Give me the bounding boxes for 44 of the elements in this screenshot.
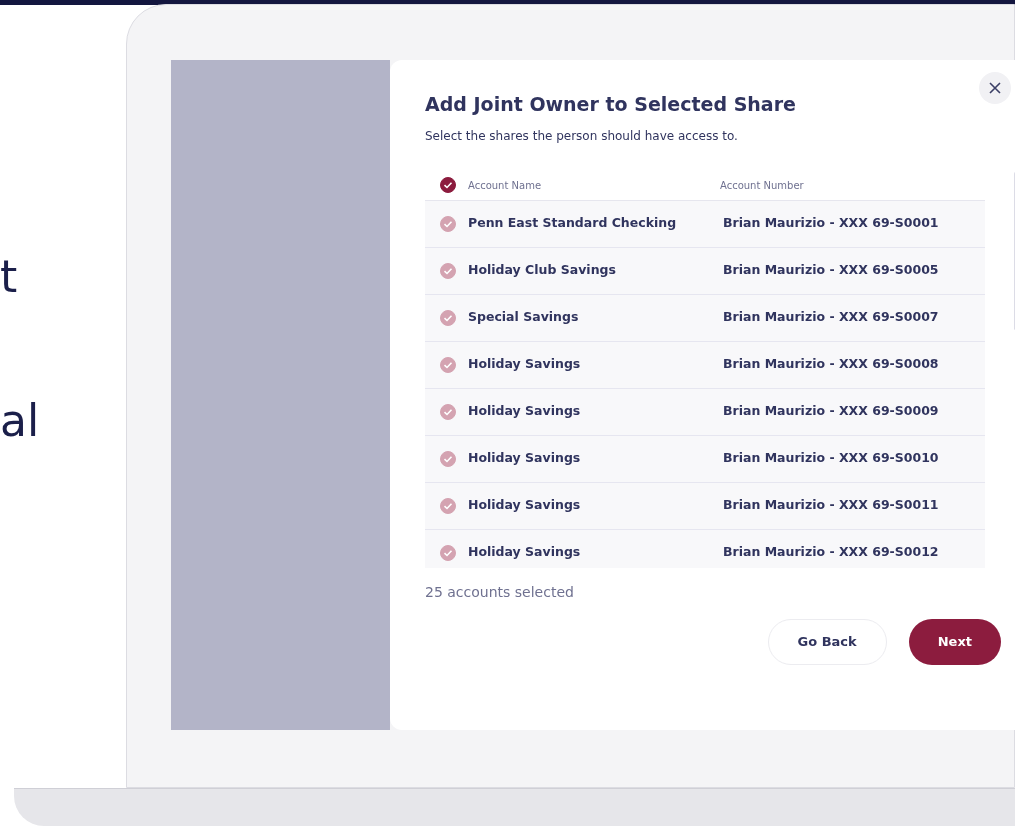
account-number: Brian Maurizio - XXX 69-S0010 <box>723 449 939 468</box>
account-name: Holiday Savings <box>468 496 582 515</box>
checkbox[interactable] <box>440 403 456 420</box>
account-row[interactable]: Holiday Savings Brian Maurizio - XXX 69-S0012 <box>425 529 985 568</box>
account-name: Holiday Club Savings <box>468 261 617 280</box>
checkbox[interactable] <box>440 262 456 279</box>
account-name: Holiday Savings <box>468 449 582 468</box>
dialog-title: Add Joint Owner to Selected Share <box>425 92 797 117</box>
dialog-subtitle: Select the shares the person should have access to. <box>425 127 739 145</box>
checkbox[interactable] <box>440 215 456 232</box>
slide-text: al <box>0 399 40 443</box>
back-button[interactable]: Go Back <box>767 618 887 665</box>
account-name: Special Savings <box>468 308 580 327</box>
slide-text: t <box>0 255 18 299</box>
account-number: Brian Maurizio - XXX 69-S0011 <box>723 496 939 515</box>
account-row[interactable]: Penn East Standard Checking Brian Maurizio - XXX 69-S0001 <box>425 200 985 248</box>
account-name: Holiday Savings <box>468 543 582 562</box>
column-header: Account Name <box>468 178 543 193</box>
checkbox[interactable] <box>440 544 456 561</box>
column-header: Account Number <box>720 178 804 193</box>
next-button[interactable]: Next <box>908 618 1001 665</box>
selection-count: 25 accounts selected <box>425 582 575 602</box>
account-number: Brian Maurizio - XXX 69-S0009 <box>723 402 939 421</box>
account-row[interactable]: Special Savings Brian Maurizio - XXX 69-S0007 <box>425 294 985 342</box>
account-row[interactable]: Holiday Savings Brian Maurizio - XXX 69-S0010 <box>425 435 985 483</box>
account-number: Brian Maurizio - XXX 69-S0005 <box>723 261 939 280</box>
close-icon <box>989 82 1001 94</box>
account-name: Holiday Savings <box>468 355 582 374</box>
account-number: Brian Maurizio - XXX 69-S0007 <box>723 308 939 327</box>
account-row[interactable]: Holiday Savings Brian Maurizio - XXX 69-S0009 <box>425 388 985 436</box>
account-row[interactable]: Holiday Savings Brian Maurizio - XXX 69-S0008 <box>425 341 985 389</box>
checkbox[interactable] <box>440 177 456 193</box>
checkbox[interactable] <box>440 356 456 373</box>
account-row[interactable]: Holiday Club Savings Brian Maurizio - XXX 69-S0005 <box>425 247 985 295</box>
account-number: Brian Maurizio - XXX 69-S0012 <box>723 543 939 562</box>
checkbox[interactable] <box>440 497 456 514</box>
account-number: Brian Maurizio - XXX 69-S0001 <box>723 214 939 233</box>
checkbox[interactable] <box>440 450 456 467</box>
account-number: Brian Maurizio - XXX 69-S0008 <box>723 355 939 374</box>
account-row[interactable]: Holiday Savings Brian Maurizio - XXX 69-S0011 <box>425 482 985 530</box>
account-name: Penn East Standard Checking <box>468 214 678 233</box>
checkbox[interactable] <box>440 309 456 326</box>
account-name: Holiday Savings <box>468 402 582 421</box>
close-button[interactable] <box>979 72 1011 104</box>
